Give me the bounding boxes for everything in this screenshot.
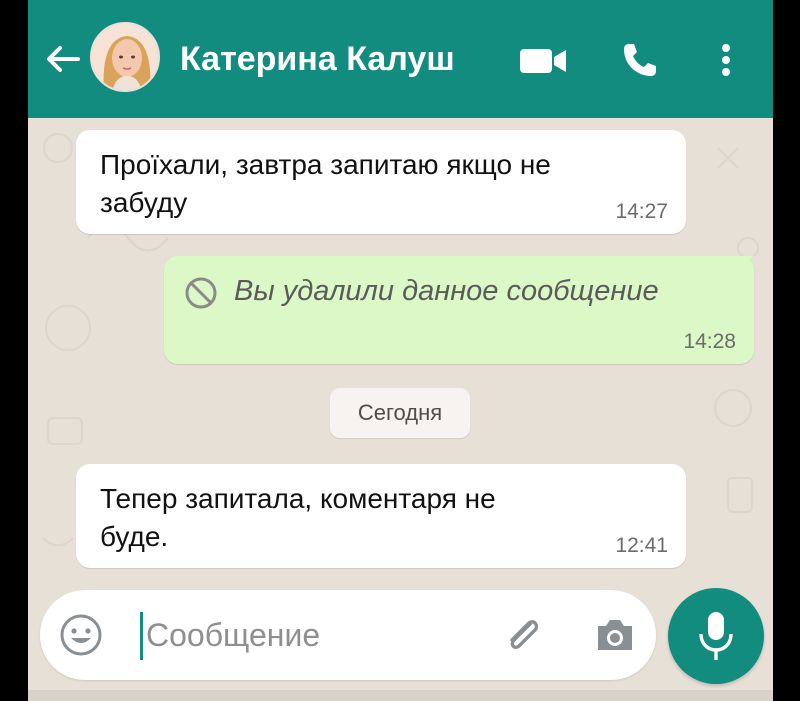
chat-header: Катерина Калуш bbox=[28, 0, 773, 118]
video-call-icon[interactable] bbox=[518, 45, 568, 77]
message-line: буде. bbox=[100, 521, 169, 552]
message-line: Тепер запитала, коментаря не bbox=[100, 483, 496, 514]
contact-name[interactable]: Катерина Калуш bbox=[180, 40, 455, 79]
message-time: 14:27 bbox=[615, 200, 668, 223]
attach-icon[interactable] bbox=[498, 610, 546, 658]
mic-icon bbox=[696, 610, 736, 662]
message-composer[interactable]: Сообщение bbox=[40, 590, 656, 680]
avatar[interactable] bbox=[90, 22, 160, 92]
message-time: 12:41 bbox=[615, 534, 668, 557]
back-arrow-icon[interactable] bbox=[44, 40, 82, 78]
voice-call-icon[interactable] bbox=[620, 40, 660, 80]
message-line: Проїхали, завтра запитаю якщо не bbox=[100, 149, 551, 180]
more-options-icon[interactable] bbox=[716, 40, 736, 80]
date-divider: Сегодня bbox=[330, 388, 470, 438]
text-cursor bbox=[140, 612, 143, 660]
prohibited-icon bbox=[184, 276, 218, 310]
incoming-message[interactable]: Тепер запитала, коментаря не буде. 12:41 bbox=[76, 464, 686, 568]
camera-icon[interactable] bbox=[592, 612, 638, 658]
incoming-message[interactable]: Проїхали, завтра запитаю якщо не забуду … bbox=[76, 130, 686, 234]
message-time: 14:28 bbox=[683, 330, 736, 353]
voice-record-button[interactable] bbox=[668, 588, 764, 684]
message-line: забуду bbox=[100, 187, 188, 218]
nav-strip bbox=[28, 690, 773, 701]
emoji-icon[interactable] bbox=[58, 612, 104, 658]
message-text: Тепер запитала, коментаря не буде. bbox=[100, 480, 496, 556]
message-input[interactable]: Сообщение bbox=[146, 614, 320, 656]
message-text: Проїхали, завтра запитаю якщо не забуду bbox=[100, 146, 551, 222]
chat-screen: Катерина Калуш Проїхали, завтра запитаю … bbox=[28, 0, 773, 701]
deleted-message-text: Вы удалили данное сообщение bbox=[234, 275, 659, 307]
deleted-message[interactable]: Вы удалили данное сообщение 14:28 bbox=[164, 256, 754, 364]
